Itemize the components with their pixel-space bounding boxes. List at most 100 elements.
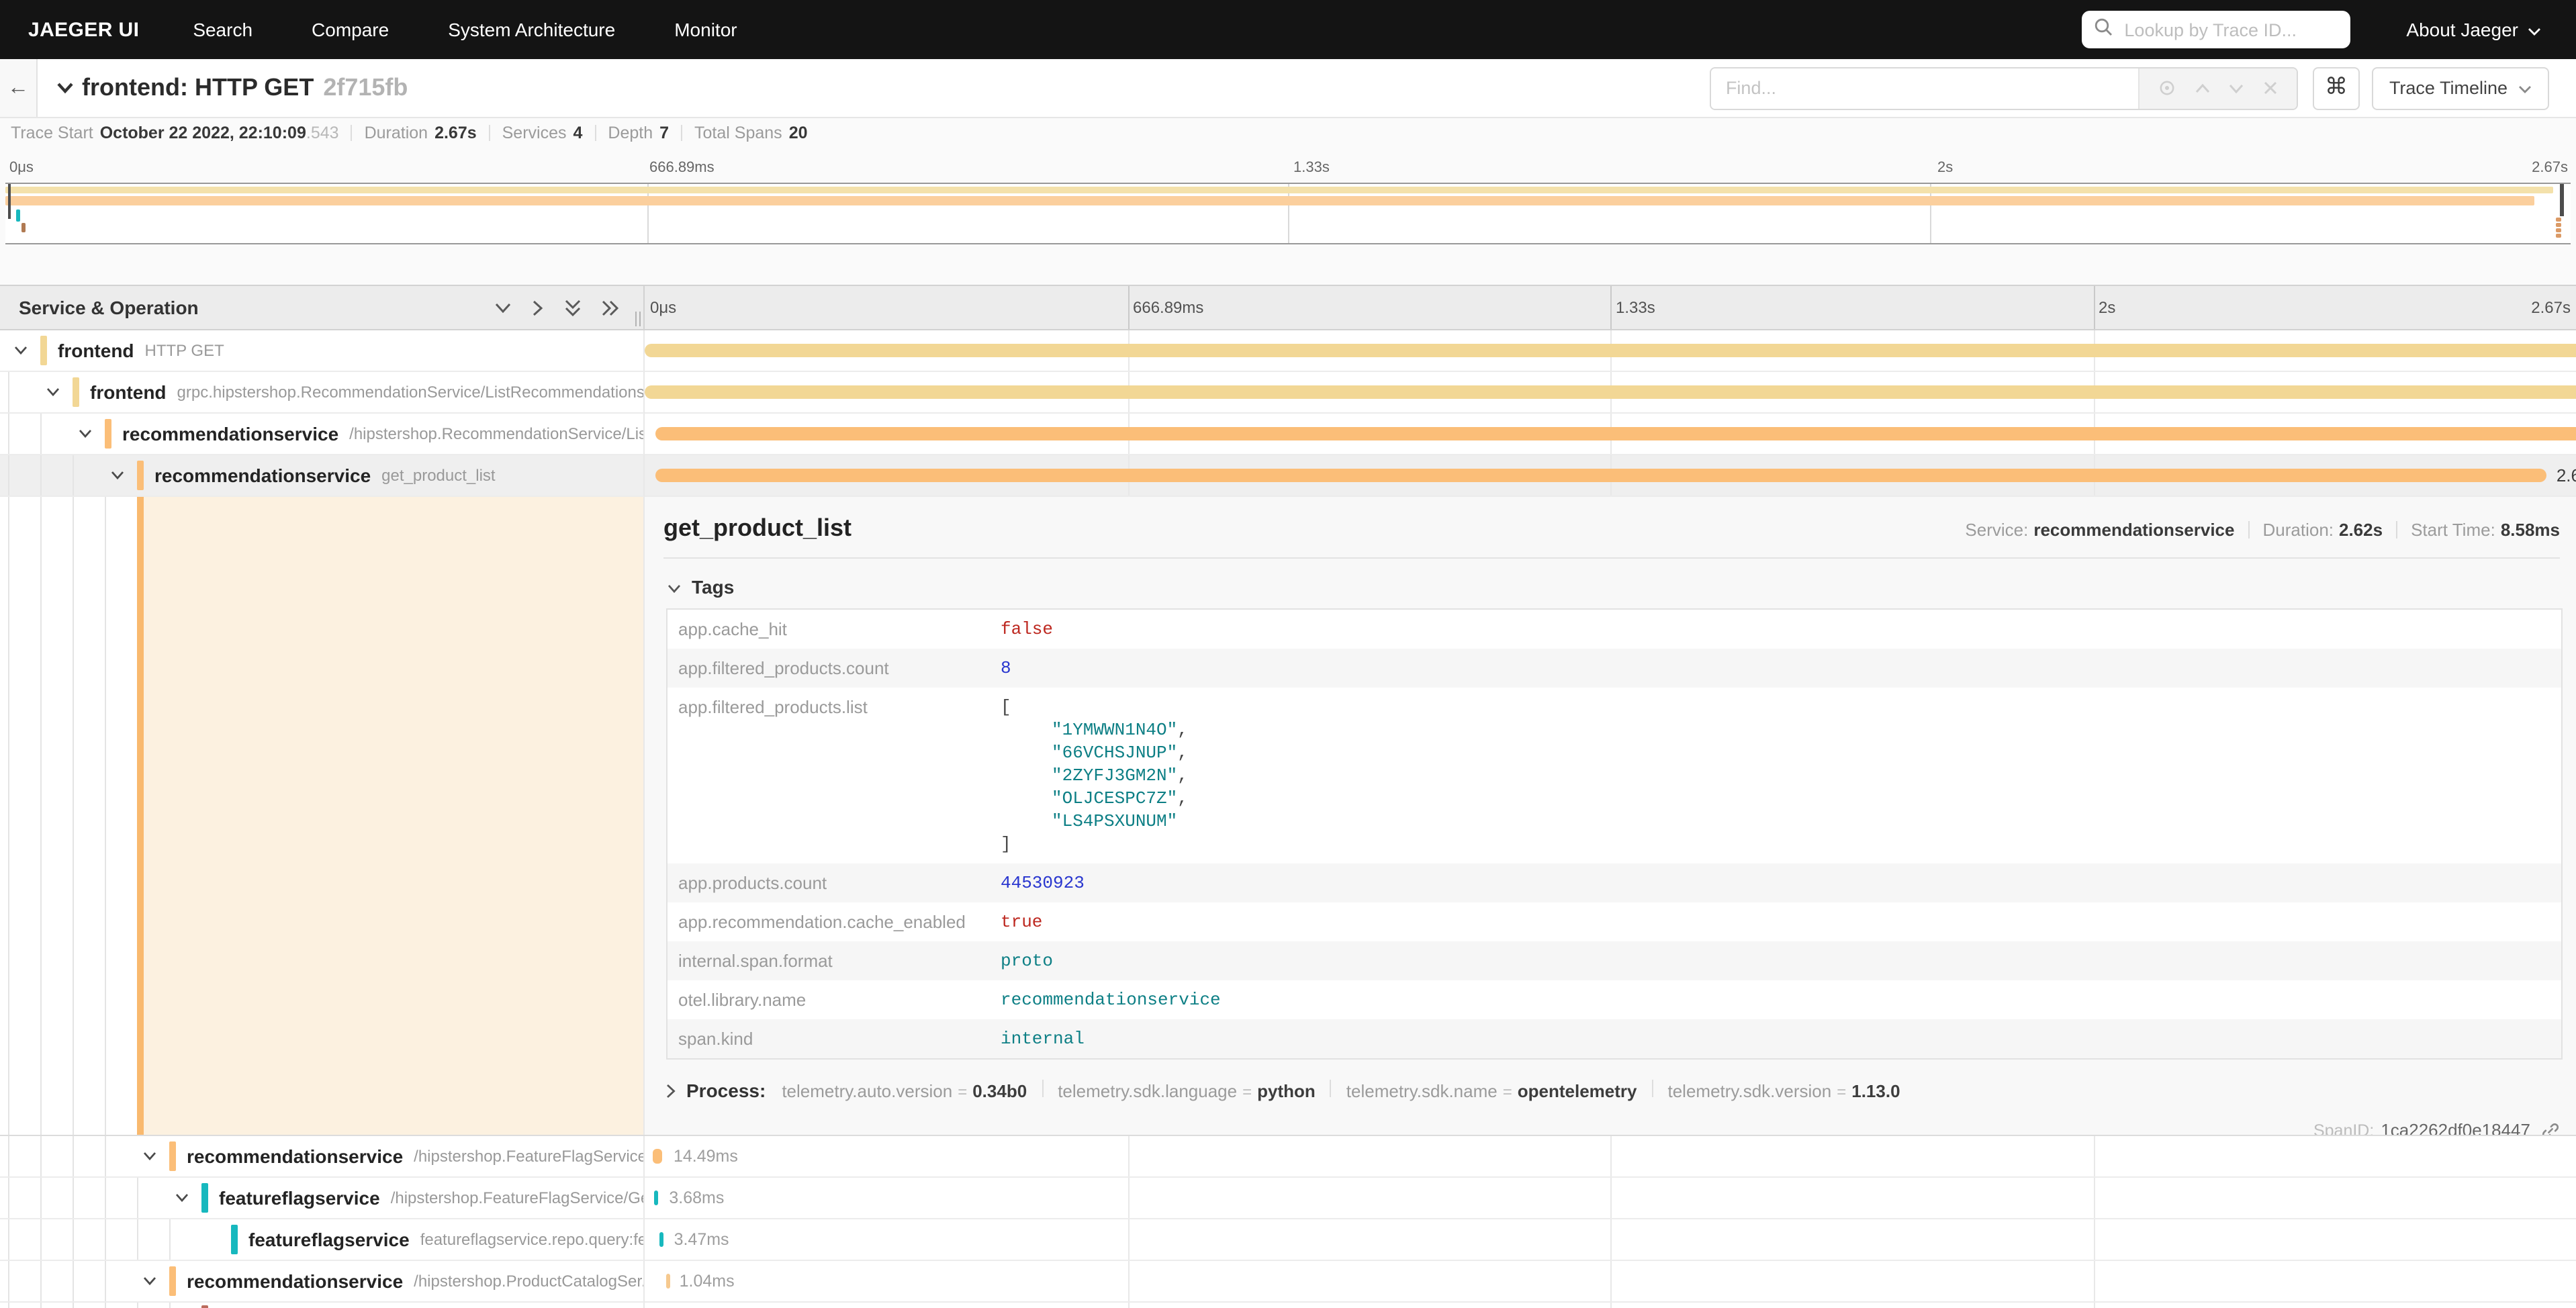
back-button[interactable]: ← [0,59,38,117]
span-name-cell[interactable]: featureflagservice/hipstershop.FeatureFl… [0,1178,645,1219]
span-name-cell[interactable]: recommendationservice/hipstershop.Recomm… [0,414,645,455]
span-timeline-cell[interactable]: 14.49ms [645,1136,2576,1178]
next-match-icon[interactable] [2229,83,2245,93]
span-expand-chevron[interactable] [142,1151,157,1162]
nav-item-monitor[interactable]: Monitor [674,19,737,40]
span-duration-label: 2.62s [2557,465,2576,485]
span-duration-bar[interactable] [653,1149,663,1164]
service-color-strip [73,377,79,407]
span-duration-bar[interactable] [655,427,2576,440]
nav-item-compare[interactable]: Compare [312,19,389,40]
expand-all-icon[interactable] [602,299,619,316]
minimap-right-handle[interactable] [2560,184,2564,216]
tag-value: internal [990,1019,1095,1058]
prev-match-icon[interactable] [2194,83,2210,93]
span-timeline-cell[interactable]: 1.04ms [645,1261,2576,1303]
span-name-cell[interactable]: frontendgrpc.hipstershop.RecommendationS… [0,372,645,414]
nav-item-system-architecture[interactable]: System Architecture [448,19,615,40]
tag-value: 44530923 [990,863,1095,902]
span-row-featureflagservice-hipstershop-featureflagservice-ge-[interactable]: featureflagservice/hipstershop.FeatureFl… [0,1178,2576,1219]
span-row-featureflagservice-featureflagservice-repo-query-fe-[interactable]: featureflagservicefeatureflagservice.rep… [0,1219,2576,1261]
expand-one-icon[interactable] [532,299,544,316]
span-name: featureflagservice/hipstershop.FeatureFl… [219,1178,645,1218]
tags-section-toggle[interactable]: Tags [668,576,762,598]
span-row-recommendationservice-hipstershop-recommendationservice-lis-[interactable]: recommendationservice/hipstershop.Recomm… [0,414,2576,455]
trace-lookup-box[interactable] [2081,11,2350,48]
keyboard-shortcuts-button[interactable]: ⌘ [2313,66,2360,109]
span-service-name: featureflagservice [248,1229,410,1250]
span-expand-chevron[interactable] [13,345,28,356]
span-expand-chevron[interactable] [78,428,93,439]
span-row-recommendationservice-hipstershop-featureflagservice-[interactable]: recommendationservice/hipstershop.Featur… [0,1136,2576,1178]
timeline-gridline [2093,1178,2095,1218]
process-label[interactable]: Process: [686,1080,766,1101]
span-duration-bar[interactable] [645,344,2576,357]
span-name-cell[interactable]: recommendationservice/hipstershop.Featur… [0,1136,645,1178]
services-label: Services [502,124,567,142]
span-service-name: frontend [90,381,167,403]
span-expand-chevron[interactable] [46,387,60,398]
span-timeline-cell[interactable] [645,330,2576,372]
find-input[interactable] [1711,68,2138,108]
timeline-tick-label: 1.33s [1616,298,1655,317]
span-expand-chevron[interactable] [142,1276,157,1287]
minimap-canvas[interactable] [5,183,2571,244]
span-timeline-cell[interactable] [645,372,2576,414]
link-icon[interactable] [2541,1121,2560,1135]
trace-view-selector[interactable]: Trace Timeline [2372,66,2549,109]
app-brand[interactable]: JAEGER UI [28,18,139,41]
span-name-cell[interactable]: frontendHTTP GET [0,330,645,372]
minimap-span-tick [2556,218,2561,222]
column-resizer[interactable] [635,312,641,326]
span-duration-bar[interactable] [645,385,2576,399]
service-color-strip [40,336,47,365]
span-operation-name: get_product_list [381,466,495,485]
span-name-cell [0,1303,645,1308]
span-name: recommendationservice/hipstershop.Featur… [187,1136,645,1176]
minimap-left-handle[interactable] [8,184,11,219]
span-duration-bar[interactable] [666,1274,670,1289]
clear-find-icon[interactable] [2263,81,2278,95]
chevron-right-icon[interactable] [666,1083,676,1098]
minimap-tick-label: 2.67s [2532,160,2568,176]
trace-collapse-chevron[interactable] [56,82,74,94]
back-arrow-icon: ← [7,76,29,100]
service-operation-column-header: Service & Operation [0,286,645,329]
tree-guide-line [137,1219,138,1260]
span-timeline-cell[interactable] [645,414,2576,455]
collapse-all-icon[interactable] [564,299,582,316]
span-row-frontend-grpc-hipstershop-recommendationservice-listrecommendations[interactable]: frontendgrpc.hipstershop.RecommendationS… [0,372,2576,414]
nav-item-search[interactable]: Search [193,19,252,40]
span-name-cell[interactable]: recommendationserviceget_product_list [0,455,645,497]
span-meta: Service: recommendationservice Duration:… [1965,520,2560,540]
span-timeline-cell[interactable]: 3.47ms [645,1219,2576,1261]
span-service-name: recommendationservice [187,1270,403,1292]
span-name-cell[interactable]: featureflagservicefeatureflagservice.rep… [0,1219,645,1261]
timeline-gridline [1610,1219,1612,1260]
span-service-name: recommendationservice [187,1146,403,1167]
focus-match-icon[interactable] [2158,79,2176,97]
trace-view-selector-label: Trace Timeline [2389,78,2508,98]
span-row-recommendationservice-hipstershop-productcatalogser-[interactable]: recommendationservice/hipstershop.Produc… [0,1261,2576,1303]
span-operation-name: /hipstershop.FeatureFlagService... [414,1147,645,1166]
collapse-one-icon[interactable] [494,301,512,314]
span-expand-chevron[interactable] [110,470,125,481]
span-timeline-cell[interactable]: 2.62s [645,455,2576,497]
about-jaeger-label: About Jaeger [2406,19,2518,40]
span-duration-bar[interactable] [655,469,2547,482]
span-timeline-cell[interactable]: 3.68ms [645,1178,2576,1219]
span-duration-bar[interactable] [654,1190,658,1205]
span-id-row: SpanID: 1ca2262df0e18447 [645,1120,2560,1135]
tag-key: span.kind [668,1019,990,1058]
minimap-tick-label: 1.33s [1293,160,1330,176]
span-name-cell[interactable]: recommendationservice/hipstershop.Produc… [0,1261,645,1303]
process-separator [1330,1080,1332,1097]
span-row-recommendationservice-get-product-list[interactable]: recommendationserviceget_product_list 2.6… [0,455,2576,497]
span-expand-chevron[interactable] [175,1193,189,1203]
tag-key: app.products.count [668,863,990,902]
span-duration-bar[interactable] [659,1232,663,1247]
about-jaeger-menu[interactable]: About Jaeger [2406,19,2541,40]
process-separator [1042,1080,1043,1097]
span-row-frontend-http-get[interactable]: frontendHTTP GET [0,330,2576,372]
trace-lookup-input[interactable] [2121,18,2338,41]
